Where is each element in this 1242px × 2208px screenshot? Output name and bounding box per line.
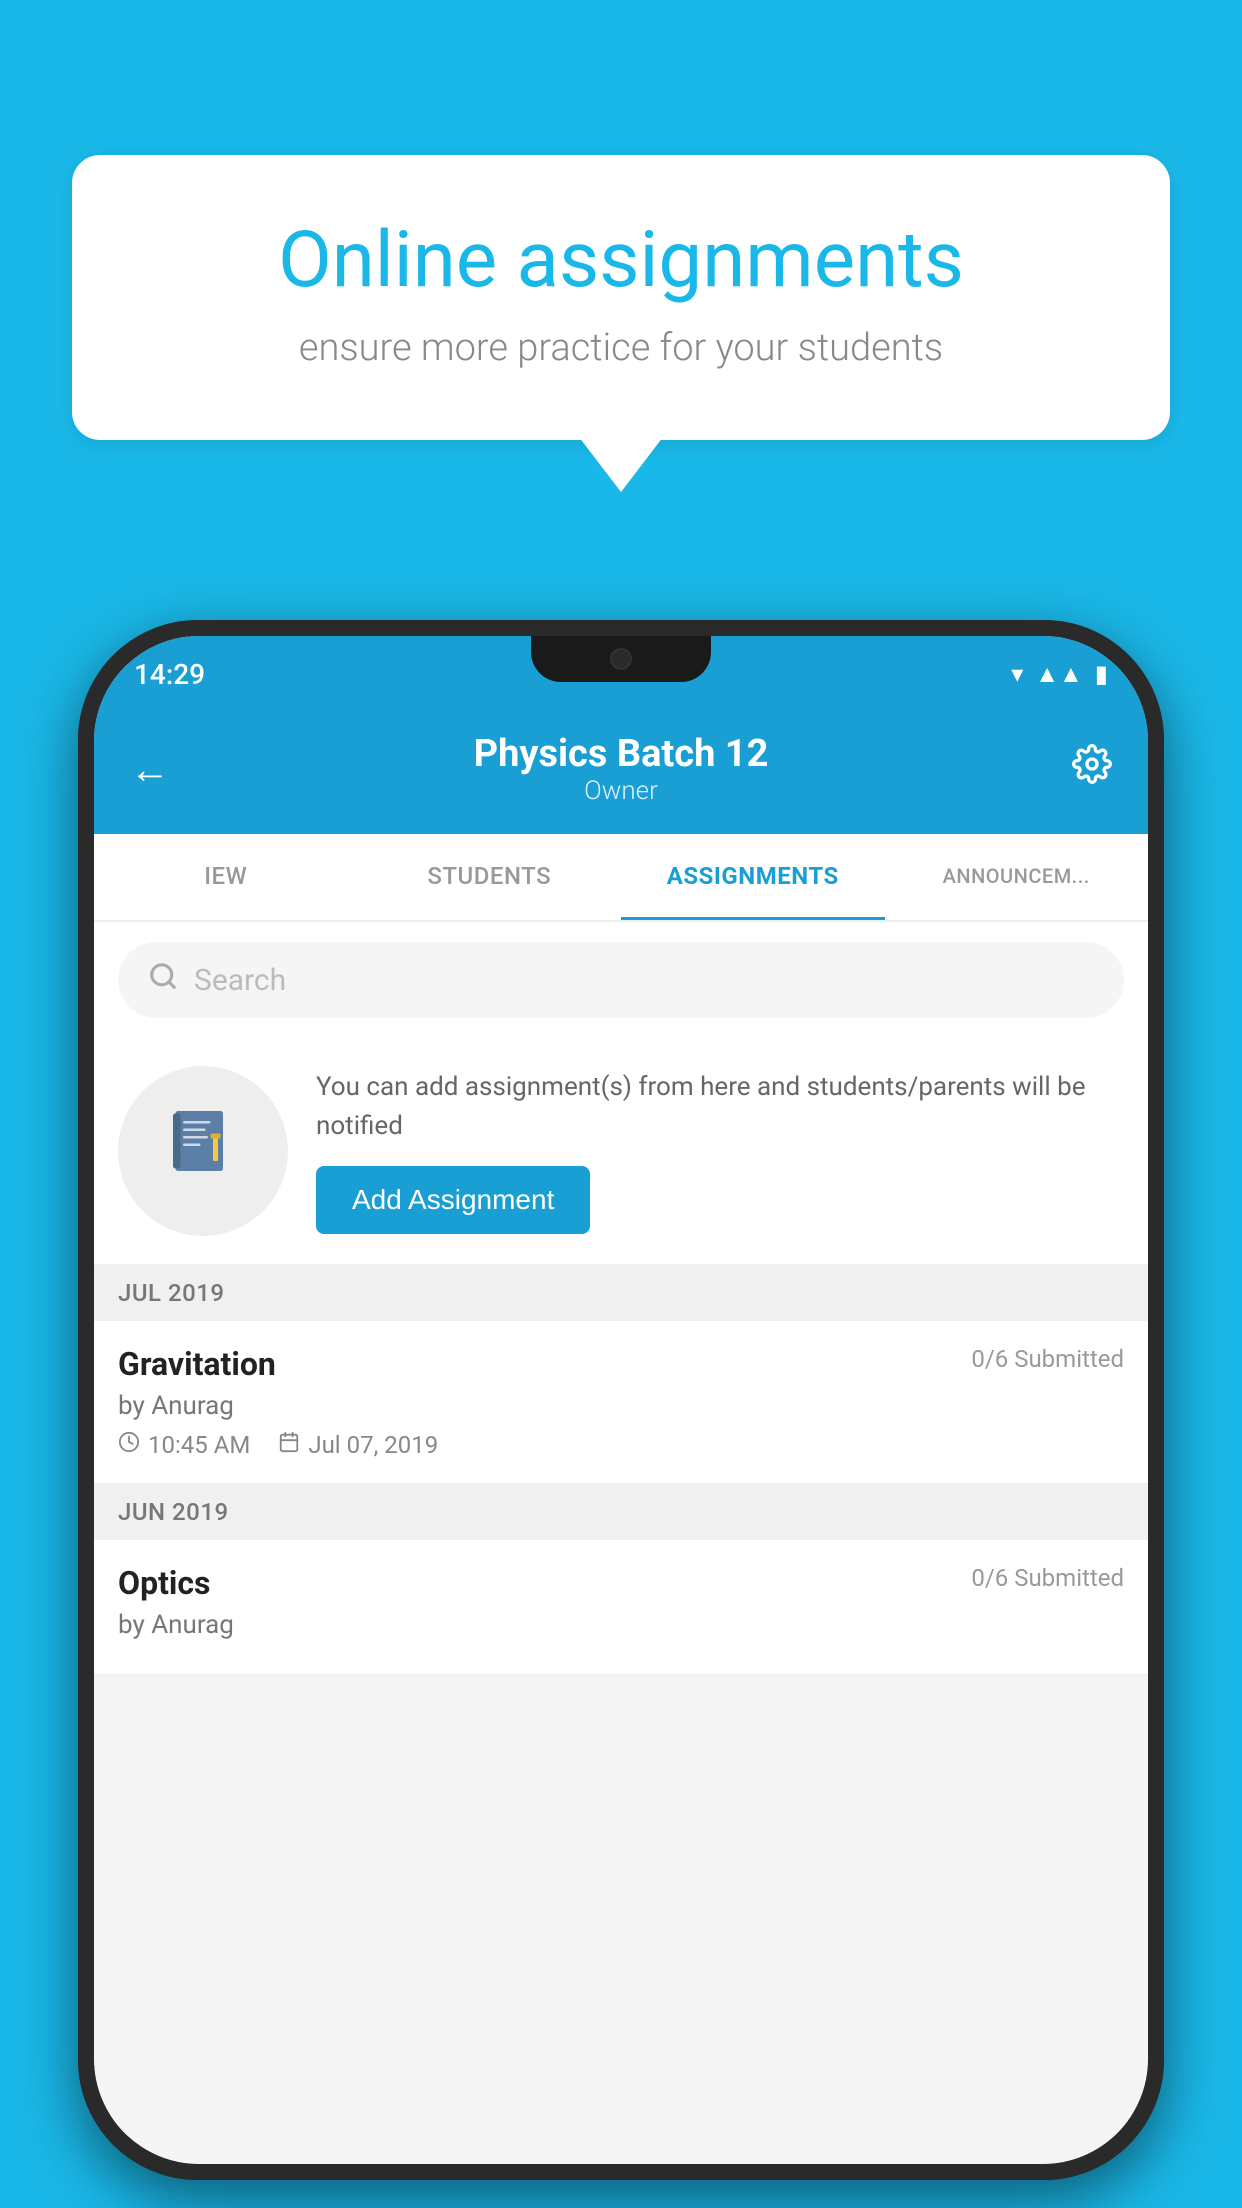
assignment-optics-submitted: 0/6 Submitted xyxy=(971,1564,1124,1592)
wifi-icon: ▾ xyxy=(1011,660,1023,688)
gravitation-date-meta: Jul 07, 2019 xyxy=(278,1431,438,1459)
search-container: Search xyxy=(94,922,1148,1038)
promo-content: You can add assignment(s) from here and … xyxy=(316,1068,1124,1234)
header-title-section: Physics Batch 12 Owner xyxy=(474,732,769,806)
tab-iew[interactable]: IEW xyxy=(94,834,358,920)
add-assignment-button[interactable]: Add Assignment xyxy=(316,1166,590,1234)
power-button xyxy=(1154,1000,1162,1160)
speech-bubble-container: Online assignments ensure more practice … xyxy=(72,155,1170,440)
volume-down-button xyxy=(80,1080,88,1180)
gravitation-time: 10:45 AM xyxy=(148,1431,250,1459)
signal-icon: ▲▲ xyxy=(1035,660,1083,689)
assignment-optics[interactable]: Optics 0/6 Submitted by Anurag xyxy=(94,1540,1148,1675)
status-time: 14:29 xyxy=(134,658,205,691)
clock-icon xyxy=(118,1431,140,1459)
header-subtitle: Owner xyxy=(474,776,769,806)
header-title: Physics Batch 12 xyxy=(474,732,769,776)
promo-text: You can add assignment(s) from here and … xyxy=(316,1068,1124,1146)
assignment-gravitation-title: Gravitation xyxy=(118,1345,276,1383)
tabs-container: IEW STUDENTS ASSIGNMENTS ANNOUNCEM... xyxy=(94,834,1148,922)
assignment-gravitation-submitted: 0/6 Submitted xyxy=(971,1345,1124,1373)
add-assignment-promo: You can add assignment(s) from here and … xyxy=(94,1038,1148,1265)
notebook-icon xyxy=(163,1101,243,1201)
gravitation-time-meta: 10:45 AM xyxy=(118,1431,250,1459)
content-area: Search xyxy=(94,922,1148,1675)
tab-announcements[interactable]: ANNOUNCEM... xyxy=(885,834,1149,920)
assignment-optics-title: Optics xyxy=(118,1564,210,1602)
promo-icon-circle xyxy=(118,1066,288,1236)
phone-frame: 14:29 ▾ ▲▲ ▮ ← Physics Batch 12 Owner xyxy=(78,620,1164,2180)
status-icons: ▾ ▲▲ ▮ xyxy=(1011,660,1108,689)
speech-bubble: Online assignments ensure more practice … xyxy=(72,155,1170,440)
tab-students[interactable]: STUDENTS xyxy=(358,834,622,920)
section-jun-2019: JUN 2019 xyxy=(94,1484,1148,1540)
settings-button[interactable] xyxy=(1072,744,1112,794)
battery-icon: ▮ xyxy=(1095,660,1108,688)
assignment-gravitation-author: by Anurag xyxy=(118,1391,1124,1421)
back-button[interactable]: ← xyxy=(130,746,170,793)
assignment-optics-author: by Anurag xyxy=(118,1610,1124,1640)
volume-up-button xyxy=(80,960,88,1060)
speech-bubble-subtitle: ensure more practice for your students xyxy=(142,326,1100,370)
app-header: ← Physics Batch 12 Owner xyxy=(94,704,1148,834)
section-jul-2019: JUL 2019 xyxy=(94,1265,1148,1321)
phone-screen: 14:29 ▾ ▲▲ ▮ ← Physics Batch 12 Owner xyxy=(94,636,1148,2164)
assignment-gravitation-header: Gravitation 0/6 Submitted xyxy=(118,1345,1124,1383)
assignment-gravitation-meta: 10:45 AM Jul 07, 2019 xyxy=(118,1431,1124,1459)
assignment-optics-header: Optics 0/6 Submitted xyxy=(118,1564,1124,1602)
tab-assignments[interactable]: ASSIGNMENTS xyxy=(621,834,885,920)
calendar-icon xyxy=(278,1431,300,1459)
search-bar[interactable]: Search xyxy=(118,942,1124,1018)
search-icon xyxy=(148,961,178,999)
search-placeholder: Search xyxy=(194,963,286,998)
phone-notch xyxy=(531,636,711,682)
assignment-gravitation[interactable]: Gravitation 0/6 Submitted by Anurag 10:4… xyxy=(94,1321,1148,1484)
front-camera xyxy=(610,648,632,670)
gravitation-date: Jul 07, 2019 xyxy=(308,1431,438,1459)
speech-bubble-title: Online assignments xyxy=(142,215,1100,306)
